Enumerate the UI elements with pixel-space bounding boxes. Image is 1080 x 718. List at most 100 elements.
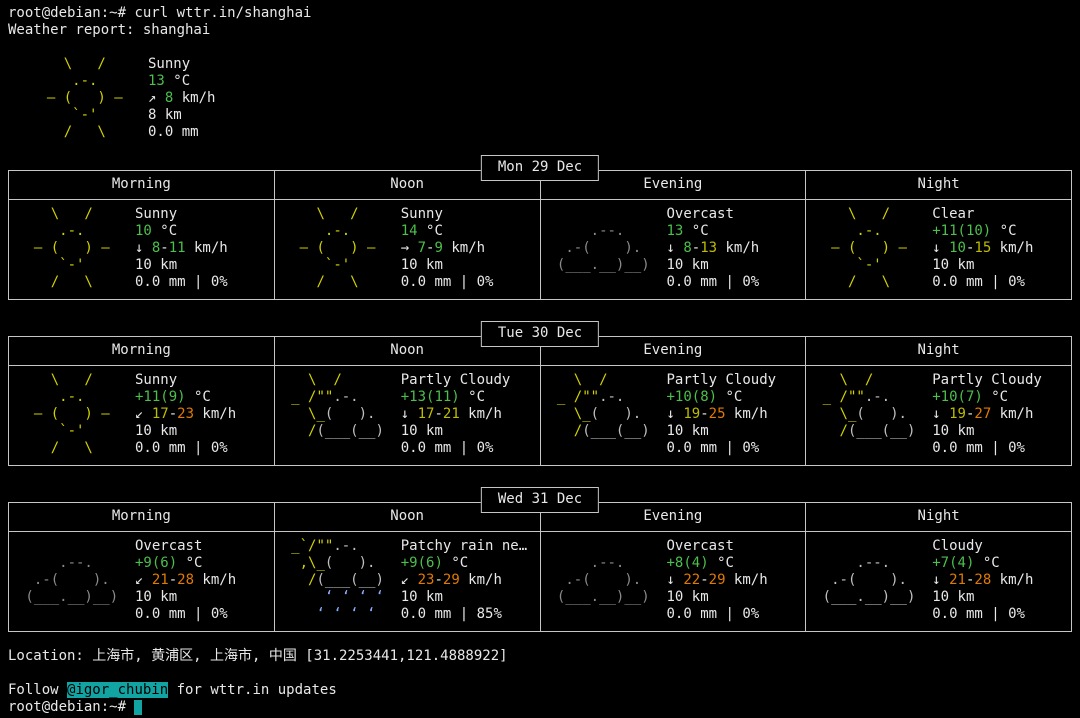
art-line: ― ( ) ― <box>814 240 907 256</box>
art-line: _ /"".-. <box>814 389 891 405</box>
precipitation-value: 0.0 mm <box>147 124 199 140</box>
condition-text: Patchy rain ne… <box>400 538 528 554</box>
wind-value: → 7-9 km/h <box>400 240 486 256</box>
art-line <box>549 606 659 623</box>
condition-text: Overcast <box>134 538 203 554</box>
art-line <box>814 440 924 457</box>
art-line: ‘ ‘ ‘ ‘ <box>282 589 384 605</box>
art-line: .-. <box>17 389 85 405</box>
precipitation-value: 0.0 mm | 85% <box>400 606 502 622</box>
condition-text: Sunny <box>147 56 191 72</box>
overcast-ascii-art: .--. .-( ). (___.__)__) <box>17 538 127 623</box>
shell-prompt: root@debian:~# <box>8 5 135 21</box>
wind-value: ↓ 22-29 km/h <box>666 572 768 588</box>
wind-value: ↙ 23-29 km/h <box>400 572 502 588</box>
art-line: _`/"".-. <box>282 538 359 554</box>
shell-prompt-2: root@debian:~# <box>8 699 135 715</box>
wind-value: ↓ 19-27 km/h <box>932 406 1034 422</box>
art-line: ‘ ‘ ‘ ‘ <box>282 606 376 622</box>
weather-info: Overcast 13 °C ↓ 8-13 km/h 10 km 0.0 mm | 0% <box>666 206 759 291</box>
weather-info: Partly Cloudy +10(7) °C ↓ 19-27 km/h 10 km 0… <box>932 372 1042 457</box>
art-line: .-( ). <box>548 240 642 256</box>
column-header-morning: Morning <box>111 342 171 358</box>
art-line: `-' <box>17 257 85 273</box>
visibility-value: 10 km <box>932 257 975 273</box>
twitter-handle: @igor_chubin <box>67 682 169 698</box>
art-line: /(___(__) <box>282 423 384 439</box>
condition-text: Partly Cloudy <box>932 372 1042 388</box>
visibility-value: 10 km <box>134 423 178 439</box>
visibility-value: 10 km <box>666 423 709 439</box>
art-line: _ /"".-. <box>548 389 625 405</box>
follow-line: Follow @igor_chubin for wttr.in updates <box>8 682 1072 699</box>
temperature-value: +11(9) °C <box>134 389 211 405</box>
art-line: \_( ). <box>548 406 642 422</box>
temperature-value: +10(8) °C <box>666 389 743 405</box>
art-line: \ / <box>17 206 93 222</box>
visibility-value: 8 km <box>147 107 182 123</box>
art-line: (___.__)__) <box>814 589 916 605</box>
table-body-row: \ / .-. ― ( ) ― `-' / \ Sunny 10 °C ↓ 8-11 … <box>9 200 1071 299</box>
art-line: `-' <box>17 423 85 439</box>
art-line <box>549 206 659 223</box>
art-line <box>283 440 393 457</box>
visibility-value: 10 km <box>134 257 178 273</box>
precipitation-value: 0.0 mm | 0% <box>932 274 1025 290</box>
art-line: /(___(__) <box>282 572 384 588</box>
temperature-value: +13(11) °C <box>400 389 486 405</box>
weather-info: Sunny +11(9) °C ↙ 17-23 km/h 10 km 0.0 mm | … <box>135 372 236 457</box>
forecast-cell-noon: \ / _ /"".-. \_( ). /(___(__) Partly Clou… <box>273 366 540 465</box>
art-line: ,\_( ). <box>282 555 376 571</box>
weather-info: Clear +11(10) °C ↓ 10-15 km/h 10 km 0.0 mm |… <box>932 206 1033 291</box>
terminal-cursor[interactable] <box>134 700 143 715</box>
sunny-ascii-art: \ / .-. ― ( ) ― `-' / \ <box>17 206 127 291</box>
forecast-cell-evening: .--. .-( ). (___.__)__) Overcast +8(4) °C ↓… <box>539 532 806 631</box>
visibility-value: 10 km <box>400 257 443 273</box>
temperature-value: 13 °C <box>666 223 709 239</box>
wind-value: ↓ 8-13 km/h <box>666 240 760 256</box>
precipitation-value: 0.0 mm | 0% <box>666 440 760 456</box>
temperature-value: 14 °C <box>400 223 443 239</box>
temperature-value: 13 °C <box>147 73 191 89</box>
column-header-night: Night <box>805 337 1071 365</box>
forecast-day-1: Mon 29 Dec Morning Noon Evening Night \ / .-… <box>8 155 1072 300</box>
art-line: .-( ). <box>814 572 907 588</box>
art-line: .-. <box>30 73 98 89</box>
wind-value: ↓ 19-25 km/h <box>666 406 768 422</box>
art-line: `-' <box>30 107 98 123</box>
art-line: \ / <box>814 206 891 222</box>
precipitation-value: 0.0 mm | 0% <box>666 274 760 290</box>
art-line: \ / <box>282 372 342 388</box>
art-line: .-( ). <box>17 572 110 588</box>
condition-text: Sunny <box>400 206 443 222</box>
weather-info: Partly Cloudy +10(8) °C ↓ 19-25 km/h 10 km 0… <box>666 372 776 457</box>
art-line: .--. <box>548 223 625 239</box>
art-line: (___.__)__) <box>17 589 119 605</box>
art-line: (___.__)__) <box>548 589 650 605</box>
temperature-value: +10(7) °C <box>932 389 1009 405</box>
art-line <box>17 606 127 623</box>
partly-ascii-art: \ / _ /"".-. \_( ). /(___(__) <box>283 372 393 457</box>
forecast-days: Mon 29 Dec Morning Noon Evening Night \ / .-… <box>8 155 1072 632</box>
art-line: \_( ). <box>814 406 907 422</box>
visibility-value: 10 km <box>666 589 709 605</box>
condition-text: Clear <box>932 206 975 222</box>
visibility-value: 10 km <box>400 589 443 605</box>
art-line: (___.__)__) <box>548 257 650 273</box>
precipitation-value: 0.0 mm | 0% <box>400 440 494 456</box>
date-box: Tue 30 Dec <box>480 321 600 347</box>
sunny-ascii-art: \ / .-. ― ( ) ― `-' / \ <box>17 372 127 457</box>
sunny-ascii-art: \ / .-. ― ( ) ― `-' / \ <box>30 56 140 141</box>
command-text: curl wttr.in/shanghai <box>134 5 312 21</box>
precipitation-value: 0.0 mm | 0% <box>932 440 1025 456</box>
wind-value: ↓ 8-11 km/h <box>134 240 228 256</box>
temperature-value: 10 °C <box>134 223 178 239</box>
art-line: .-. <box>17 223 85 239</box>
terminal-window[interactable]: root@debian:~# curl wttr.in/shanghai Wea… <box>0 0 1080 718</box>
weather-info: Patchy rain ne… +9(6) °C ↙ 23-29 km/h 10 km… <box>401 538 527 623</box>
art-line: / \ <box>30 124 106 140</box>
art-line: /(___(__) <box>814 423 916 439</box>
art-line: ― ( ) ― <box>17 240 110 256</box>
temperature-value: +8(4) °C <box>666 555 734 571</box>
wind-value: ↗ 8 km/h <box>147 90 216 106</box>
